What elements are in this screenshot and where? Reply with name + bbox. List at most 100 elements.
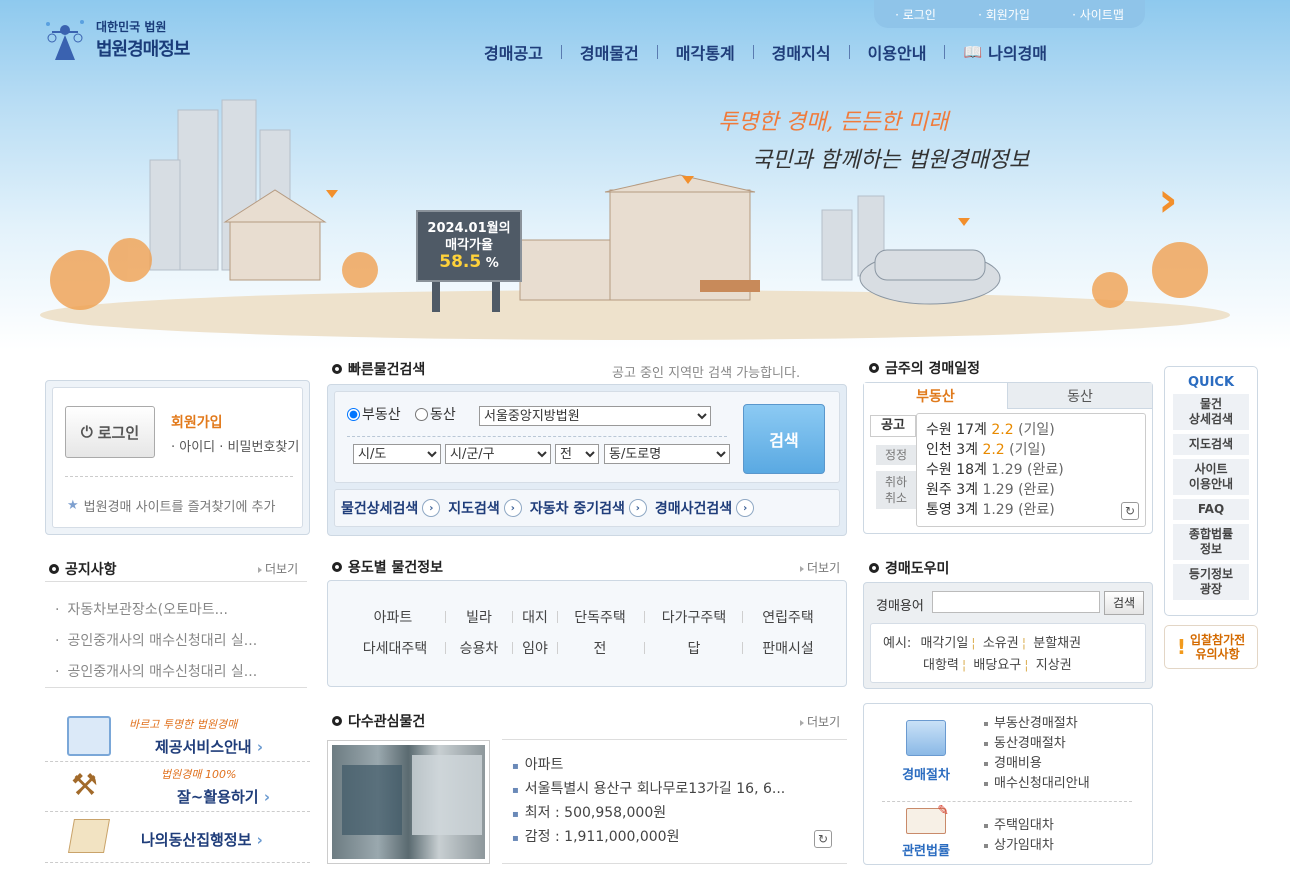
- all-select[interactable]: 전: [555, 444, 599, 464]
- helper-term-input[interactable]: [932, 591, 1100, 613]
- util-login-link[interactable]: · 로그인: [895, 6, 936, 23]
- quick-detail-search[interactable]: 물건 상세검색: [1173, 394, 1249, 430]
- gnb-items[interactable]: 경매물건: [562, 40, 657, 64]
- tab-correct-label[interactable]: 정정: [876, 445, 916, 465]
- radio-movable[interactable]: 동산: [415, 404, 456, 424]
- tab-notice-label[interactable]: 공고: [870, 415, 916, 437]
- radio-real-estate[interactable]: 부동산: [347, 404, 401, 424]
- notice-more-link[interactable]: 더보기: [258, 560, 298, 577]
- join-link[interactable]: 회원가입: [171, 412, 223, 432]
- usage-apartment[interactable]: 아파트: [358, 607, 428, 627]
- helper-keywords: 예시: 매각기일 ¦ 소유권 ¦ 분할채권 대항력 ¦ 배당요구 ¦ 지상권: [870, 623, 1146, 683]
- tab-movable[interactable]: 동산: [1008, 383, 1152, 409]
- gnb-my-auction[interactable]: 📖 나의경매: [945, 40, 1065, 64]
- sale-rate-billboard[interactable]: 2024.01월의 매각가율 58.5 %: [416, 210, 522, 282]
- hot-refresh-icon[interactable]: ↻: [814, 830, 832, 848]
- bid-caution-button[interactable]: ! 입찰참가전 유의사항: [1164, 625, 1258, 669]
- quick-search-button[interactable]: 검색: [743, 404, 825, 474]
- slide-next-icon[interactable]: ›: [1158, 176, 1178, 224]
- sido-select[interactable]: 시/도: [353, 444, 441, 464]
- usage-house[interactable]: 단독주택: [558, 607, 642, 627]
- keyword-link[interactable]: 대항력: [923, 658, 959, 673]
- gnb-notice[interactable]: 경매공고: [466, 40, 561, 64]
- schedule-panel: 부동산 동산 공고 정정 취하 취소 수원 17계 2.2 (기일) 인천 3계 …: [863, 382, 1153, 534]
- gnb-guide[interactable]: 이용안내: [850, 40, 945, 64]
- usage-row-house[interactable]: 연립주택: [744, 607, 832, 627]
- hot-item-type[interactable]: 아파트: [512, 754, 785, 778]
- law-link[interactable]: ✎ 관련법률: [884, 803, 968, 859]
- link-detail-search[interactable]: 물건상세검색 ›: [341, 498, 441, 518]
- site-logo[interactable]: 대한민국 법원 법원경매정보: [40, 14, 190, 64]
- arrow-right-icon: ›: [503, 499, 522, 517]
- law-book-icon: ✎: [906, 803, 949, 834]
- court-select[interactable]: 서울중앙지방법원: [479, 406, 711, 426]
- quick-law-info[interactable]: 종합법률 정보: [1173, 524, 1249, 560]
- billboard-unit: %: [485, 256, 499, 271]
- usage-multiplex[interactable]: 다세대주택: [350, 638, 440, 658]
- usage-field[interactable]: 전: [558, 638, 642, 658]
- gnb-stats[interactable]: 매각통계: [658, 40, 753, 64]
- schedule-item[interactable]: 원주 3계 1.29 (완료): [926, 480, 1145, 500]
- add-favorite-link[interactable]: ★ 법원경매 사이트를 즐겨찾기에 추가: [67, 496, 275, 515]
- util-sitemap-link[interactable]: · 사이트맵: [1072, 6, 1124, 23]
- banner-movable-info[interactable]: 나의동산집행정보 ›: [45, 813, 310, 863]
- keyword-link[interactable]: 매각기일: [920, 636, 968, 651]
- link-vehicle-search[interactable]: 자동차 중기검색 ›: [530, 498, 647, 518]
- law-item[interactable]: 주택임대차: [982, 816, 1054, 836]
- keyword-link[interactable]: 분할채권: [1033, 636, 1081, 651]
- keyword-link[interactable]: 배당요구: [973, 658, 1021, 673]
- notice-item[interactable]: 공인중개사의 매수신청대리 실...: [55, 630, 257, 650]
- usage-villa[interactable]: 빌라: [446, 607, 512, 627]
- banner-main-text: 제공서비스안내 ›: [155, 738, 264, 756]
- usage-more-link[interactable]: 더보기: [800, 559, 840, 576]
- helper-search-button[interactable]: 검색: [1104, 591, 1144, 615]
- usage-retail[interactable]: 판매시설: [744, 638, 832, 658]
- notice-item[interactable]: 자동차보관장소(오토마트...: [55, 599, 257, 619]
- quick-title: QUICK: [1187, 375, 1235, 390]
- hot-item-address[interactable]: 서울특별시 용산구 회나무로13가길 16, 6...: [512, 778, 785, 802]
- refresh-icon[interactable]: ↻: [1121, 502, 1139, 520]
- quick-map-search[interactable]: 지도검색: [1173, 434, 1249, 455]
- keyword-link[interactable]: 소유권: [983, 636, 1019, 651]
- find-id-link[interactable]: · 아이디 · 비밀번호찾기: [171, 436, 299, 455]
- dong-select[interactable]: 동/도로명: [604, 444, 730, 464]
- procedure-item[interactable]: 경매비용: [982, 754, 1090, 774]
- link-case-search[interactable]: 경매사건검색 ›: [655, 498, 755, 518]
- quick-registry[interactable]: 등기정보 광장: [1173, 564, 1249, 600]
- notice-item[interactable]: 공인중개사의 매수신청대리 실...: [55, 661, 257, 681]
- util-join-link[interactable]: · 회원가입: [978, 6, 1030, 23]
- keyword-link[interactable]: 지상권: [1036, 658, 1072, 673]
- procedure-item[interactable]: 부동산경매절차: [982, 714, 1090, 734]
- global-nav: 경매공고 경매물건 매각통계 경매지식 이용안내 📖 나의경매: [466, 40, 1065, 64]
- quick-search-note: 공고 중인 지역만 검색 가능합니다.: [612, 366, 801, 381]
- schedule-item[interactable]: 수원 18계 1.29 (완료): [926, 460, 1145, 480]
- tab-real-estate[interactable]: 부동산: [864, 383, 1008, 409]
- quick-site-guide[interactable]: 사이트 이용안내: [1173, 459, 1249, 495]
- notice-bottom-divider: [45, 687, 307, 688]
- link-map-search[interactable]: 지도검색 ›: [448, 498, 522, 518]
- usage-multi-house[interactable]: 다가구주택: [648, 607, 740, 627]
- banner-service-guide[interactable]: 바르고 투명한 법원경매 제공서비스안내 ›: [45, 712, 310, 762]
- form-divider: [347, 436, 727, 437]
- arrow-right-icon: ›: [422, 499, 441, 517]
- hot-more-link[interactable]: 더보기: [800, 713, 840, 730]
- procedure-link[interactable]: 경매절차: [884, 720, 968, 783]
- procedure-item[interactable]: 매수신청대리안내: [982, 774, 1090, 794]
- login-button[interactable]: ⏻ 로그인: [65, 406, 155, 458]
- schedule-item[interactable]: 인천 3계 2.2 (기일): [926, 440, 1145, 460]
- usage-paddy[interactable]: 답: [648, 638, 740, 658]
- tab-withdraw-label[interactable]: 취하 취소: [876, 471, 916, 509]
- quick-faq[interactable]: FAQ: [1173, 499, 1249, 520]
- quick-search-title: 빠른물건검색: [332, 359, 425, 379]
- law-item[interactable]: 상가임대차: [982, 836, 1054, 856]
- gnb-knowledge[interactable]: 경매지식: [754, 40, 849, 64]
- usage-land[interactable]: 대지: [513, 607, 557, 627]
- usage-car[interactable]: 승용차: [446, 638, 512, 658]
- schedule-item[interactable]: 수원 17계 2.2 (기일): [926, 420, 1145, 440]
- procedure-item[interactable]: 동산경매절차: [982, 734, 1090, 754]
- banner-use-tips[interactable]: ⚒ 법원경매 100% 잘~활용하기 ›: [45, 762, 310, 812]
- schedule-item[interactable]: 통영 3계 1.29 (완료): [926, 500, 1145, 520]
- usage-forest[interactable]: 임야: [513, 638, 557, 658]
- hot-item-photo[interactable]: [327, 740, 490, 864]
- sigungu-select[interactable]: 시/군/구: [445, 444, 551, 464]
